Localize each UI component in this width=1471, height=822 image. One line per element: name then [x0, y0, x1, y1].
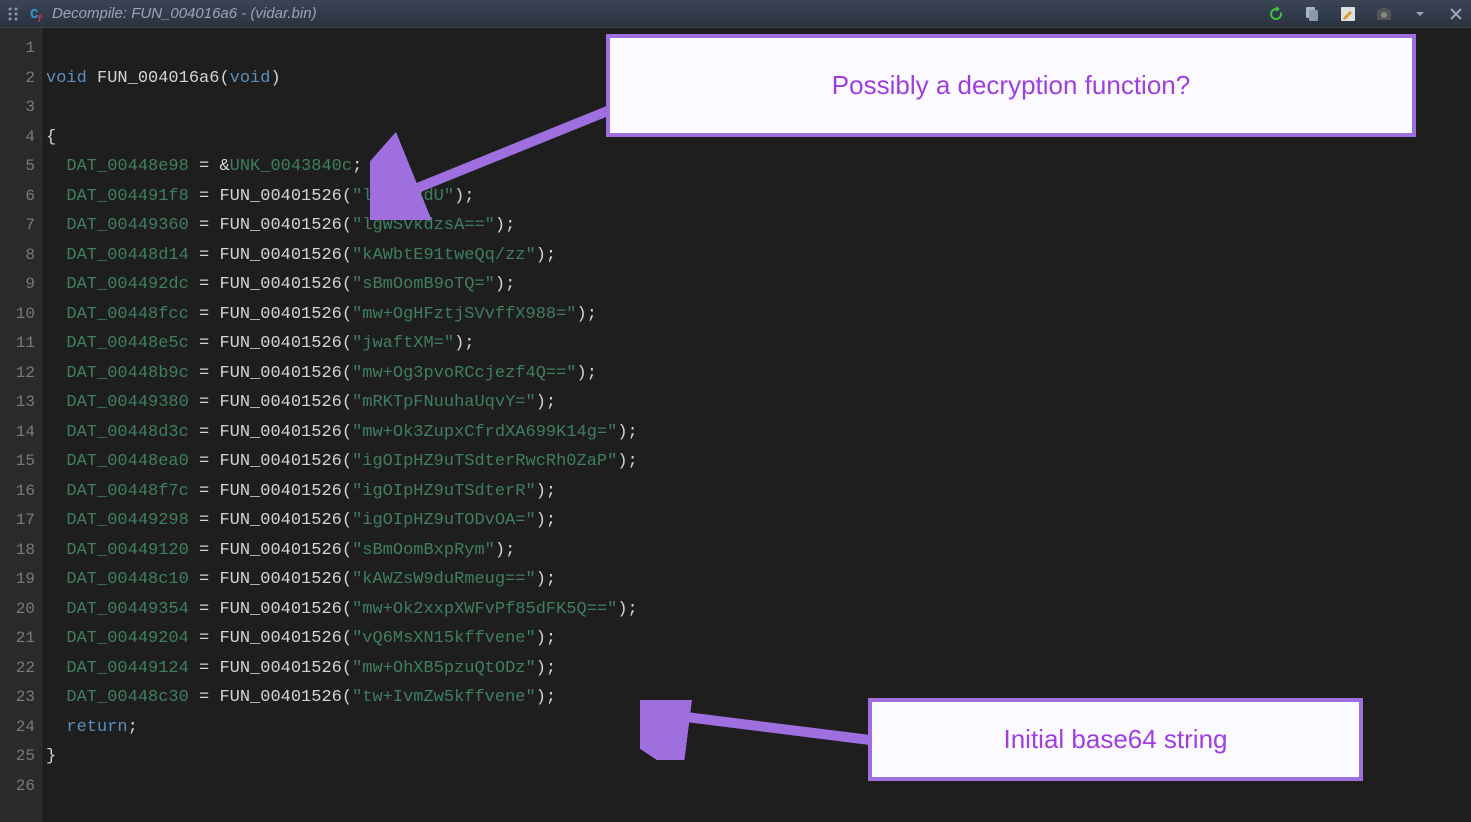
code-line[interactable]: DAT_00448b9c = FUN_00401526("mw+Og3pvoRC… [46, 359, 1471, 389]
line-number: 9 [0, 270, 41, 300]
drag-handle-icon[interactable] [4, 5, 22, 23]
line-number: 4 [0, 123, 41, 153]
refresh-icon[interactable] [1265, 3, 1287, 25]
line-number: 1 [0, 34, 41, 64]
code-line[interactable]: DAT_00449120 = FUN_00401526("sBmOomBxpRy… [46, 536, 1471, 566]
line-number: 8 [0, 241, 41, 271]
line-number: 13 [0, 388, 41, 418]
code-line[interactable]: DAT_00448ea0 = FUN_00401526("igOIpHZ9uTS… [46, 447, 1471, 477]
line-number: 15 [0, 447, 41, 477]
code-line[interactable]: DAT_00449124 = FUN_00401526("mw+OhXB5pzu… [46, 654, 1471, 684]
close-icon[interactable] [1445, 3, 1467, 25]
dropdown-icon[interactable] [1409, 3, 1431, 25]
code-line[interactable]: DAT_00448e98 = &UNK_0043840c; [46, 152, 1471, 182]
code-line[interactable]: DAT_00448e5c = FUN_00401526("jwaftXM="); [46, 329, 1471, 359]
code-line[interactable]: DAT_00449204 = FUN_00401526("vQ6MsXN15kf… [46, 624, 1471, 654]
arrow-to-string [640, 700, 890, 760]
svg-text:f: f [37, 14, 43, 23]
line-number: 10 [0, 300, 41, 330]
arrow-to-function [370, 100, 630, 220]
line-number: 19 [0, 565, 41, 595]
title-actions [1265, 3, 1467, 25]
code-line[interactable]: DAT_00449354 = FUN_00401526("mw+Ok2xxpXW… [46, 595, 1471, 625]
title-bar: Cf Decompile: FUN_004016a6 - (vidar.bin) [0, 0, 1471, 28]
line-number: 17 [0, 506, 41, 536]
line-number: 24 [0, 713, 41, 743]
line-number: 2 [0, 64, 41, 94]
snapshot-icon[interactable] [1373, 3, 1395, 25]
line-number: 21 [0, 624, 41, 654]
code-line[interactable]: DAT_004492dc = FUN_00401526("sBmOomB9oTQ… [46, 270, 1471, 300]
line-number: 25 [0, 742, 41, 772]
code-line[interactable]: DAT_00448fcc = FUN_00401526("mw+OgHFztjS… [46, 300, 1471, 330]
line-number: 5 [0, 152, 41, 182]
line-number: 16 [0, 477, 41, 507]
code-line[interactable]: DAT_00448c10 = FUN_00401526("kAWZsW9duRm… [46, 565, 1471, 595]
line-number: 22 [0, 654, 41, 684]
code-line[interactable]: DAT_00449360 = FUN_00401526("lgWSvkdzsA=… [46, 211, 1471, 241]
line-number: 26 [0, 772, 41, 802]
window-title: Decompile: FUN_004016a6 - (vidar.bin) [52, 5, 317, 22]
code-line[interactable]: DAT_00449380 = FUN_00401526("mRKTpFNuuha… [46, 388, 1471, 418]
line-number: 18 [0, 536, 41, 566]
copy-icon[interactable] [1301, 3, 1323, 25]
code-line[interactable]: DAT_00448f7c = FUN_00401526("igOIpHZ9uTS… [46, 477, 1471, 507]
code-line[interactable]: DAT_00449298 = FUN_00401526("igOIpHZ9uTO… [46, 506, 1471, 536]
line-number: 7 [0, 211, 41, 241]
line-number: 20 [0, 595, 41, 625]
line-number: 14 [0, 418, 41, 448]
annotation-decryption: Possibly a decryption function? [606, 34, 1416, 137]
decompiler-icon: Cf [28, 5, 46, 23]
line-number: 11 [0, 329, 41, 359]
edit-icon[interactable] [1337, 3, 1359, 25]
line-number: 3 [0, 93, 41, 123]
line-number: 12 [0, 359, 41, 389]
line-number: 6 [0, 182, 41, 212]
code-line[interactable]: DAT_00448d3c = FUN_00401526("mw+Ok3ZupxC… [46, 418, 1471, 448]
line-gutter: 1234567891011121314151617181920212223242… [0, 28, 42, 822]
code-line[interactable]: DAT_004491f8 = FUN_00401526("lCu26VdU"); [46, 182, 1471, 212]
line-number: 23 [0, 683, 41, 713]
code-line[interactable]: DAT_00448d14 = FUN_00401526("kAWbtE91twe… [46, 241, 1471, 271]
annotation-base64: Initial base64 string [868, 698, 1363, 781]
